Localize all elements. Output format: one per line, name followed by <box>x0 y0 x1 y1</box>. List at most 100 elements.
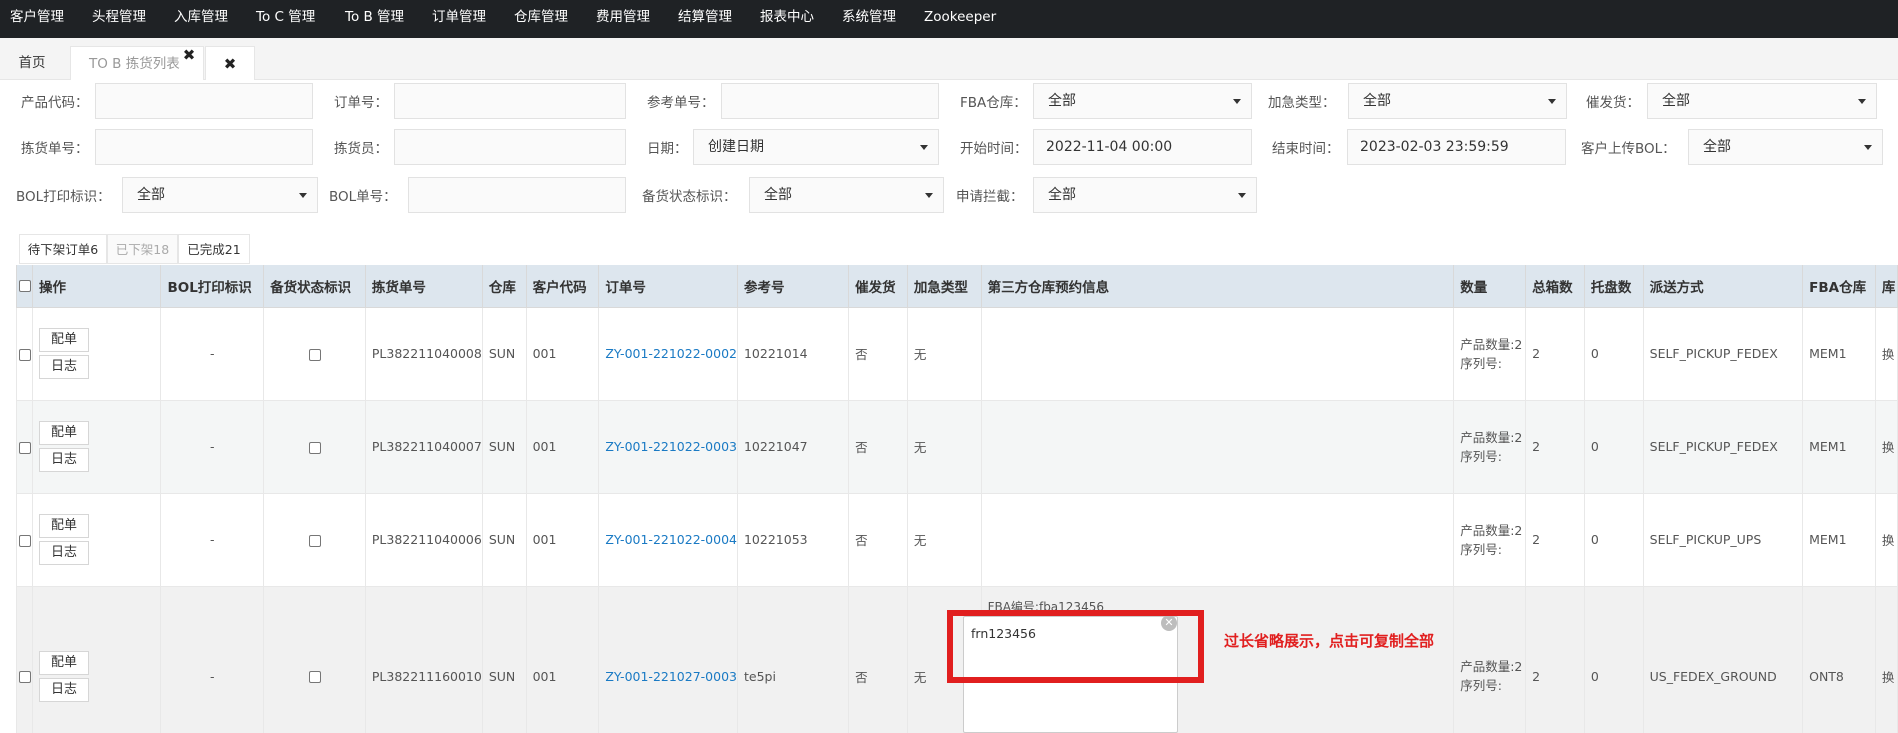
rush-value: 全部 <box>1662 93 1690 109</box>
nav-warehouse-management[interactable]: 仓库管理 <box>514 0 568 38</box>
bol-upload-select[interactable]: 全部 <box>1688 129 1883 165</box>
bol-print-cell: - <box>160 399 265 494</box>
order-no-input[interactable] <box>394 83 626 119</box>
log-button[interactable]: 日志 <box>38 677 89 702</box>
fba-warehouse-select[interactable]: 全部 <box>1033 83 1252 119</box>
nav-report-center[interactable]: 报表中心 <box>760 0 814 38</box>
urgent-type-value: 全部 <box>1363 93 1391 109</box>
assign-button[interactable]: 配单 <box>38 650 89 675</box>
order-link[interactable]: ZY-001-221022-0002 <box>605 346 736 361</box>
date-type-select[interactable]: 创建日期 <box>693 129 939 165</box>
assign-button[interactable]: 配单 <box>38 514 89 538</box>
third-party-cell <box>980 399 1455 494</box>
start-time-label: 开始时间： <box>960 141 1028 157</box>
nav-customer-management[interactable]: 客户管理 <box>10 0 64 38</box>
chevron-down-icon <box>1238 193 1246 198</box>
log-button[interactable]: 日志 <box>38 541 89 565</box>
end-time-input[interactable]: 2023-02-03 23:59:59 <box>1347 129 1566 165</box>
bol-print-cell: - <box>160 492 265 587</box>
bol-print-select[interactable]: 全部 <box>122 177 318 213</box>
assign-button[interactable]: 配单 <box>38 328 89 352</box>
product-code-label: 产品代码： <box>21 95 89 111</box>
annotation-highlight-box <box>947 610 1204 683</box>
nav-settlement-management[interactable]: 结算管理 <box>678 0 732 38</box>
order-link[interactable]: ZY-001-221022-0004 <box>605 532 736 547</box>
chevron-down-icon <box>925 193 933 198</box>
pick-no-label: 拣货单号： <box>21 141 89 157</box>
chevron-down-icon <box>1858 99 1866 104</box>
order-link[interactable]: ZY-001-221022-0003 <box>605 439 736 454</box>
serial-no-text: 序列号: <box>1460 448 1502 464</box>
chevron-down-icon <box>1233 99 1241 104</box>
stock-status-checkbox[interactable] <box>308 671 321 683</box>
nav-inbound-management[interactable]: 入库管理 <box>174 0 228 38</box>
customer-code-cell: 001 <box>525 585 600 733</box>
last-cell: 换 <box>1874 399 1898 494</box>
nav-fee-management[interactable]: 费用管理 <box>596 0 650 38</box>
table-row: 配单 日志 - PL382211040007 SUN 001 ZY-001-221… <box>16 399 1898 494</box>
product-code-input[interactable] <box>95 83 313 119</box>
row-checkbox[interactable] <box>19 671 31 683</box>
nav-first-leg-management[interactable]: 头程管理 <box>92 0 146 38</box>
pallets-cell: 0 <box>1583 306 1644 401</box>
serial-no-text: 序列号: <box>1460 355 1502 371</box>
close-tab-icon[interactable]: ✖ <box>182 48 196 63</box>
header-bol-print: BOL打印标识 <box>160 265 265 308</box>
stock-status-checkbox[interactable] <box>308 534 321 547</box>
rush-select[interactable]: 全部 <box>1647 83 1877 119</box>
urgent-type-select[interactable]: 全部 <box>1348 83 1567 119</box>
log-button[interactable]: 日志 <box>38 448 89 472</box>
pick-no-input[interactable] <box>95 129 313 165</box>
pallets-cell: 0 <box>1583 492 1644 587</box>
nav-order-management[interactable]: 订单管理 <box>432 0 486 38</box>
stock-status-checkbox[interactable] <box>308 348 321 361</box>
nav-tob-management[interactable]: To B 管理 <box>345 0 404 38</box>
header-stock-status: 备货状态标识 <box>263 265 366 308</box>
bol-no-label: BOL单号： <box>329 189 397 205</box>
date-type-value: 创建日期 <box>708 139 764 155</box>
date-label: 日期： <box>647 141 688 157</box>
warehouse-cell: SUN <box>481 492 527 587</box>
tab-home[interactable]: 首页 <box>0 46 64 80</box>
nav-toc-management[interactable]: To C 管理 <box>256 0 315 38</box>
tab-shelved[interactable]: 已下架18 <box>107 234 178 264</box>
start-time-input[interactable]: 2022-11-04 00:00 <box>1033 129 1252 165</box>
assign-button[interactable]: 配单 <box>38 421 89 445</box>
intercept-label: 申请拦截： <box>956 189 1024 205</box>
header-rush: 催发货 <box>848 265 908 308</box>
tab-completed[interactable]: 已完成21 <box>178 234 250 264</box>
stock-status-select[interactable]: 全部 <box>749 177 944 213</box>
fba-warehouse-cell: MEM1 <box>1802 306 1876 401</box>
row-checkbox[interactable] <box>19 534 31 547</box>
intercept-select[interactable]: 全部 <box>1033 177 1257 213</box>
total-boxes-cell: 2 <box>1525 399 1585 494</box>
log-button[interactable]: 日志 <box>38 355 89 379</box>
last-cell: 换 <box>1874 492 1898 587</box>
delivery-method-cell: SELF_PICKUP_UPS <box>1642 492 1804 587</box>
chevron-down-icon <box>920 145 928 150</box>
ref-no-input[interactable] <box>721 83 939 119</box>
header-urgent-type: 加急类型 <box>906 265 982 308</box>
rush-cell: 否 <box>848 492 908 587</box>
nav-zookeeper[interactable]: Zookeeper <box>924 0 996 38</box>
nav-system-management[interactable]: 系统管理 <box>842 0 896 38</box>
urgent-type-cell: 无 <box>906 492 982 587</box>
serial-no-text: 序列号: <box>1460 541 1502 557</box>
serial-no-text: 序列号: <box>1460 678 1502 693</box>
select-all-checkbox[interactable] <box>19 279 31 292</box>
order-link[interactable]: ZY-001-221027-0003 <box>605 669 736 684</box>
rush-label: 催发货： <box>1586 95 1640 111</box>
picker-input[interactable] <box>394 129 626 165</box>
fba-warehouse-cell: MEM1 <box>1802 399 1876 494</box>
total-boxes-cell: 2 <box>1525 585 1585 733</box>
bol-no-input[interactable] <box>408 177 626 213</box>
stock-status-checkbox[interactable] <box>308 441 321 454</box>
annotation-text: 过长省略展示，点击可复制全部 <box>1224 632 1435 650</box>
close-all-tabs-button[interactable]: ✖ <box>205 46 255 80</box>
bol-print-cell: - <box>160 585 265 733</box>
tab-pending-orders[interactable]: 待下架订单6 <box>19 234 107 264</box>
row-checkbox[interactable] <box>19 348 31 361</box>
row-checkbox[interactable] <box>19 441 31 454</box>
ref-no-cell: te5pi <box>736 585 850 733</box>
end-time-label: 结束时间： <box>1272 141 1340 157</box>
